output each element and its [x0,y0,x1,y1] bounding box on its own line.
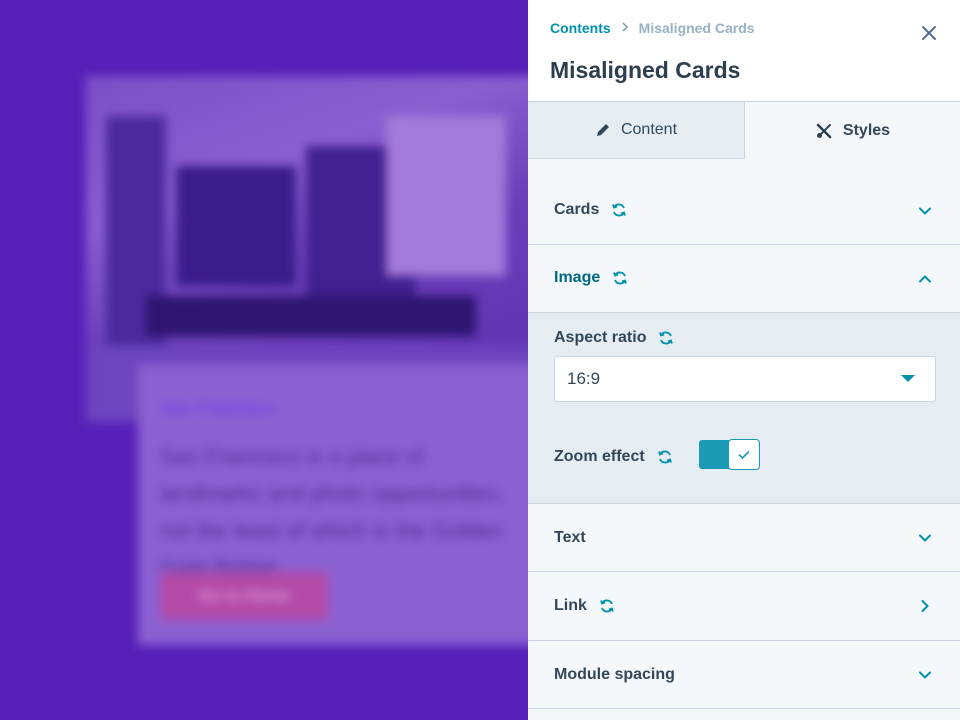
preview-description: San Francisco is a place of landmarks an… [160,444,504,580]
breadcrumb-contents-link[interactable]: Contents [550,20,611,36]
tab-styles[interactable]: Styles [745,102,960,159]
section-module-spacing-label: Module spacing [554,666,675,683]
section-text-label: Text [554,529,586,546]
panel-header: Contents Misaligned Cards Misaligned Car… [528,0,960,102]
aspect-ratio-value: 16:9 [567,369,601,388]
panel-title: Misaligned Cards [550,57,741,83]
preview-button: Go to Home [160,572,328,620]
toggle-knob [728,439,760,470]
sync-icon[interactable] [612,270,628,286]
section-module-spacing[interactable]: Module spacing [528,641,960,709]
section-text[interactable]: Text [528,504,960,572]
page-preview: San Francisco San Francisco is a place o… [0,0,528,720]
styles-icon [816,123,832,138]
zoom-effect-text: Zoom effect [554,448,645,465]
chevron-down-icon [919,534,931,542]
close-icon [922,26,936,40]
tab-content[interactable]: Content [528,102,745,159]
chevron-right-icon [921,600,929,612]
image-settings: Aspect ratio 16:9 Zoom effect [528,313,960,504]
checkmark-icon [738,450,750,459]
breadcrumb: Contents Misaligned Cards [550,20,755,36]
chevron-up-icon [919,275,931,283]
chevron-down-icon [919,207,931,215]
zoom-effect-label: Zoom effect [554,448,673,466]
aspect-ratio-label: Aspect ratio [554,329,674,347]
chevron-down-icon [919,671,931,679]
sync-icon[interactable] [599,598,615,614]
zoom-effect-toggle[interactable] [699,439,760,470]
sync-icon[interactable] [658,330,674,346]
section-cards-header: Cards [554,201,627,219]
section-link-label: Link [554,597,587,614]
section-image-label: Image [554,269,601,286]
tab-content-label: Content [620,121,678,138]
tab-styles-label: Styles [842,121,891,139]
caret-down-icon [901,375,915,382]
chevron-right-icon [621,21,629,35]
breadcrumb-current: Misaligned Cards [638,20,755,36]
pencil-icon [596,124,609,136]
section-cards-label: Cards [554,201,600,218]
aspect-ratio-text: Aspect ratio [554,329,647,346]
sync-icon[interactable] [657,449,673,465]
section-image-header: Image [554,269,628,287]
section-link[interactable]: Link [528,572,960,641]
panel-tabs: Content Styles [528,102,960,159]
close-button[interactable] [920,24,938,42]
section-text-header: Text [554,529,586,547]
aspect-ratio-select[interactable]: 16:9 [554,356,936,402]
section-module-spacing-header: Module spacing [554,666,675,684]
styles-panel: Contents Misaligned Cards Misaligned Car… [528,0,960,720]
section-link-header: Link [554,597,615,615]
section-cards[interactable]: Cards [528,159,960,245]
preview-city-title: San Francisco [160,398,276,418]
sync-icon[interactable] [611,202,627,218]
section-image[interactable]: Image [528,245,960,313]
